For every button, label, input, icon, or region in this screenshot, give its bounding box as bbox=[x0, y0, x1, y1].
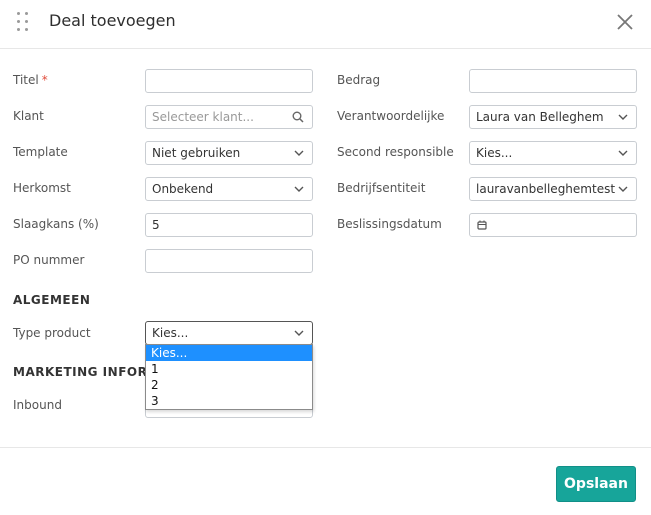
type-product-dropdown: Kies... 1 2 3 bbox=[145, 344, 313, 410]
dropdown-option[interactable]: 1 bbox=[146, 361, 312, 377]
modal-header: Deal toevoegen bbox=[0, 0, 651, 49]
po-nummer-input[interactable] bbox=[145, 249, 313, 273]
modal-footer-divider bbox=[0, 447, 651, 448]
po-nummer-label: PO nummer bbox=[13, 253, 85, 267]
drag-handle-icon[interactable] bbox=[16, 11, 30, 33]
marketing-heading: MARKETING INFORM bbox=[13, 365, 160, 379]
titel-label: Titel * bbox=[13, 73, 48, 87]
chevron-down-icon bbox=[618, 114, 628, 120]
chevron-down-icon bbox=[294, 330, 304, 336]
second-responsible-label: Second responsible bbox=[337, 145, 454, 159]
inbound-label: Inbound bbox=[13, 398, 62, 412]
second-responsible-select[interactable]: Kies... bbox=[469, 141, 637, 165]
chevron-down-icon bbox=[618, 150, 628, 156]
dropdown-option[interactable]: 2 bbox=[146, 377, 312, 393]
save-button[interactable]: Opslaan bbox=[556, 466, 636, 502]
chevron-down-icon bbox=[294, 186, 304, 192]
dropdown-option[interactable]: 3 bbox=[146, 393, 312, 409]
klant-search-input[interactable]: Selecteer klant... bbox=[145, 105, 313, 129]
klant-placeholder: Selecteer klant... bbox=[152, 110, 254, 124]
template-label: Template bbox=[13, 145, 68, 159]
klant-label: Klant bbox=[13, 109, 44, 123]
type-product-select[interactable]: Kies... bbox=[145, 321, 313, 345]
titel-input[interactable] bbox=[145, 69, 313, 93]
chevron-down-icon bbox=[294, 150, 304, 156]
bedrag-label: Bedrag bbox=[337, 73, 381, 87]
calendar-icon bbox=[477, 220, 487, 230]
herkomst-label: Herkomst bbox=[13, 181, 71, 195]
bedrijfsentiteit-select[interactable]: lauravanbelleghemtest bbox=[469, 177, 637, 201]
template-select[interactable]: Niet gebruiken bbox=[145, 141, 313, 165]
search-icon bbox=[292, 111, 304, 123]
type-product-label: Type product bbox=[13, 326, 91, 340]
bedrijfsentiteit-label: Bedrijfsentiteit bbox=[337, 181, 426, 195]
verantwoordelijke-select[interactable]: Laura van Belleghem bbox=[469, 105, 637, 129]
verantwoordelijke-label: Verantwoordelijke bbox=[337, 109, 445, 123]
bedrag-input[interactable] bbox=[469, 69, 637, 93]
herkomst-select[interactable]: Onbekend bbox=[145, 177, 313, 201]
algemeen-heading: ALGEMEEN bbox=[13, 293, 91, 307]
chevron-down-icon bbox=[618, 186, 628, 192]
modal-title: Deal toevoegen bbox=[49, 11, 176, 30]
beslissingsdatum-label: Beslissingsdatum bbox=[337, 217, 442, 231]
slaagkans-label: Slaagkans (%) bbox=[13, 217, 99, 231]
dropdown-option[interactable]: Kies... bbox=[146, 345, 312, 361]
beslissingsdatum-input[interactable] bbox=[469, 213, 637, 237]
required-marker: * bbox=[41, 73, 48, 87]
slaagkans-input[interactable]: 5 bbox=[145, 213, 313, 237]
close-icon[interactable] bbox=[613, 10, 637, 34]
